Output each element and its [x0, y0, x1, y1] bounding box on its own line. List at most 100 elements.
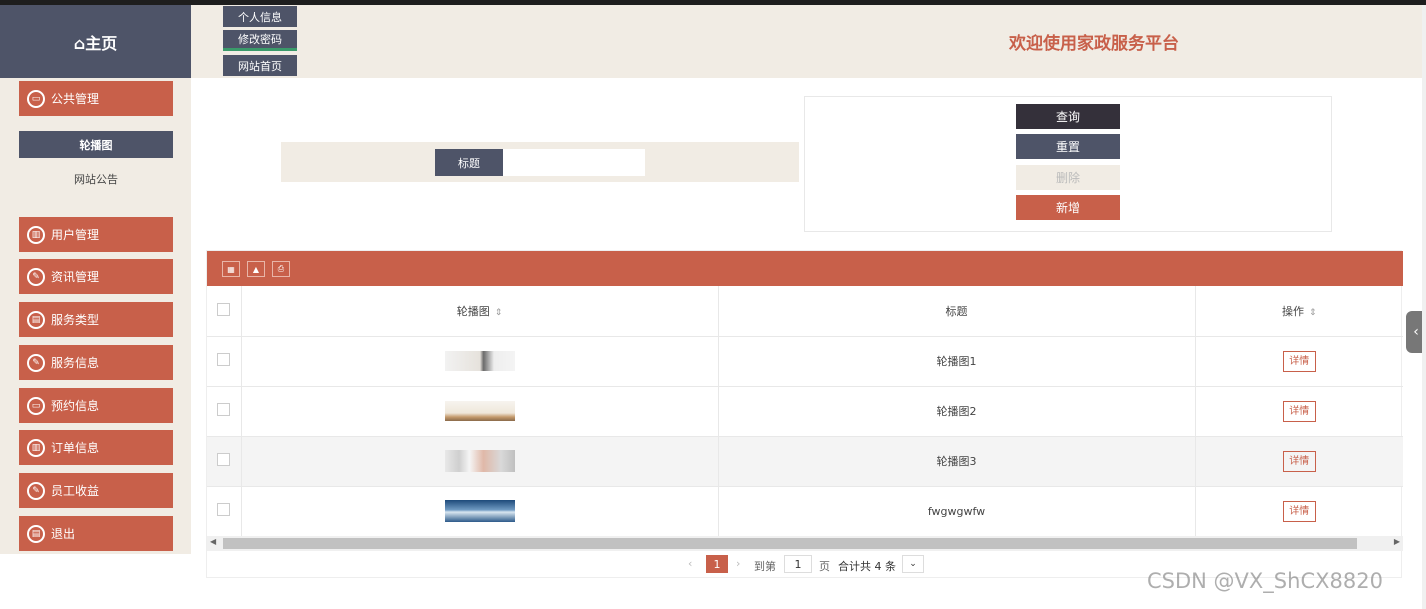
row-title-cell: 轮播图2 [718, 386, 1196, 437]
sidebar-item-orders[interactable]: ▥ 订单信息 [19, 430, 173, 465]
carousel-thumbnail [444, 401, 515, 421]
detail-button[interactable]: 详情 [1282, 350, 1316, 372]
column-header-action[interactable]: 操作 ⇕ [1195, 286, 1403, 337]
page-suffix: 页 [819, 560, 830, 573]
sidebar-item-logout[interactable]: ▤ 退出 [19, 516, 173, 551]
row-title-cell: 轮播图1 [718, 336, 1196, 387]
table-row: 轮播图1 详情 [207, 336, 1403, 387]
row-image-cell [241, 336, 719, 387]
export-icon[interactable]: ▲ [247, 261, 265, 277]
sidebar: ⌂主页 ▭ 公共管理 轮播图 网站公告 ▥ 用户管理 ✎ 资讯管理 ▤ 服务类型… [0, 5, 191, 609]
sidebar-item-users[interactable]: ▥ 用户管理 [19, 217, 173, 252]
sidebar-item-label: 公共管理 [51, 92, 100, 106]
bar-chart-icon: ▥ [27, 438, 45, 457]
header: 个人信息 修改密码 网站首页 欢迎使用家政服务平台 [191, 5, 1422, 78]
horizontal-scrollbar[interactable]: ◀ ▶ [207, 536, 1403, 551]
monitor-icon: ▭ [27, 89, 45, 108]
sidebar-item-label: 服务类型 [51, 313, 100, 327]
column-label: 轮播图 [456, 304, 490, 318]
column-header-image[interactable]: 轮播图 ⇕ [241, 286, 719, 337]
carousel-thumbnail [444, 500, 515, 522]
chevron-left-icon: ‹ [1413, 324, 1419, 340]
table-header-row: 轮播图 ⇕ 标题 操作 ⇕ [207, 286, 1403, 337]
sidebar-subitem-carousel[interactable]: 轮播图 [19, 131, 173, 158]
edit-icon: ✎ [27, 353, 45, 372]
scrollbar-thumb[interactable] [223, 538, 1357, 549]
site-home-button[interactable]: 网站首页 [223, 55, 297, 76]
sidebar-item-label: 预约信息 [51, 399, 100, 413]
page-input[interactable]: 1 [784, 555, 812, 573]
sort-icon[interactable]: ⇕ [495, 308, 503, 318]
carousel-thumbnail [444, 450, 515, 472]
row-select-cell [207, 436, 242, 487]
row-checkbox[interactable] [217, 353, 231, 366]
detail-button[interactable]: 详情 [1282, 400, 1316, 422]
detail-button[interactable]: 详情 [1282, 450, 1316, 472]
title-input[interactable] [503, 149, 645, 176]
sidebar-item-public[interactable]: ▭ 公共管理 [19, 81, 173, 116]
prev-page-icon[interactable]: ‹ [688, 557, 692, 570]
columns-icon[interactable]: ▦ [222, 261, 240, 277]
scroll-right-icon[interactable]: ▶ [1394, 537, 1400, 546]
total-count: 合计共 4 条 [838, 560, 896, 573]
reset-button[interactable]: 重置 [1016, 134, 1120, 159]
sort-icon[interactable]: ⇕ [1309, 308, 1317, 318]
edit-icon: ✎ [27, 267, 45, 286]
delete-button[interactable]: 删除 [1016, 165, 1120, 190]
data-table: ▦ ▲ ⎙ 轮播图 ⇕ 标题 操作 ⇕ 轮播图1 详情 轮播图2 详情 轮播图3… [206, 250, 1403, 578]
select-all-cell [207, 286, 242, 337]
table: 轮播图 ⇕ 标题 操作 ⇕ 轮播图1 详情 轮播图2 详情 轮播图3 详情 fw… [207, 286, 1403, 537]
profile-button[interactable]: 个人信息 [223, 6, 297, 27]
page-number-current[interactable]: 1 [706, 555, 728, 573]
sidebar-item-label: 服务信息 [51, 356, 100, 370]
sidebar-item-news[interactable]: ✎ 资讯管理 [19, 259, 173, 294]
sidebar-item-service-info[interactable]: ✎ 服务信息 [19, 345, 173, 380]
bar-chart-icon: ▥ [27, 225, 45, 244]
sidebar-item-label: 用户管理 [51, 228, 100, 242]
print-icon[interactable]: ⎙ [272, 261, 290, 277]
scroll-left-icon[interactable]: ◀ [210, 537, 216, 546]
row-action-cell: 详情 [1195, 336, 1403, 387]
column-header-title: 标题 [718, 286, 1196, 337]
row-checkbox[interactable] [217, 503, 231, 516]
row-select-cell [207, 386, 242, 437]
edit-icon: ✎ [27, 481, 45, 500]
title-label: 标题 [435, 149, 503, 176]
sidebar-item-earnings[interactable]: ✎ 员工收益 [19, 473, 173, 508]
column-label: 操作 [1281, 304, 1304, 318]
page-size-dropdown[interactable]: ⌄ [902, 555, 924, 573]
row-checkbox[interactable] [217, 403, 231, 416]
goto-label: 到第 [754, 560, 776, 573]
change-password-button[interactable]: 修改密码 [223, 30, 297, 51]
table-toolbar: ▦ ▲ ⎙ [207, 251, 1403, 286]
row-action-cell: 详情 [1195, 386, 1403, 437]
row-action-cell: 详情 [1195, 436, 1403, 487]
sidebar-subitem-notice[interactable]: 网站公告 [19, 169, 173, 189]
row-image-cell [241, 386, 719, 437]
sidebar-item-service-type[interactable]: ▤ 服务类型 [19, 302, 173, 337]
welcome-title: 欢迎使用家政服务平台 [1009, 34, 1179, 54]
sidebar-item-label: 员工收益 [51, 484, 100, 498]
home-link[interactable]: ⌂主页 [0, 5, 191, 78]
detail-button[interactable]: 详情 [1282, 500, 1316, 522]
action-panel: 查询 重置 删除 新增 [804, 96, 1332, 232]
row-select-cell [207, 486, 242, 537]
vertical-scrollbar[interactable] [1422, 5, 1426, 609]
table-row: 轮播图2 详情 [207, 386, 1403, 437]
monitor-icon: ▭ [27, 396, 45, 415]
table-row: 轮播图3 详情 [207, 436, 1403, 487]
add-button[interactable]: 新增 [1016, 195, 1120, 220]
next-page-icon[interactable]: › [736, 557, 740, 570]
table-row: fwgwgwfw 详情 [207, 486, 1403, 537]
select-all-checkbox[interactable] [217, 302, 231, 316]
query-button[interactable]: 查询 [1016, 104, 1120, 129]
row-checkbox[interactable] [217, 453, 231, 466]
sidebar-item-appointments[interactable]: ▭ 预约信息 [19, 388, 173, 423]
carousel-thumbnail [444, 351, 515, 371]
sidebar-item-label: 退出 [51, 527, 76, 541]
sidebar-item-label: 资讯管理 [51, 270, 100, 284]
row-image-cell [241, 486, 719, 537]
row-title-cell: fwgwgwfw [718, 486, 1196, 537]
clipboard-icon: ▤ [27, 310, 45, 329]
row-action-cell: 详情 [1195, 486, 1403, 537]
